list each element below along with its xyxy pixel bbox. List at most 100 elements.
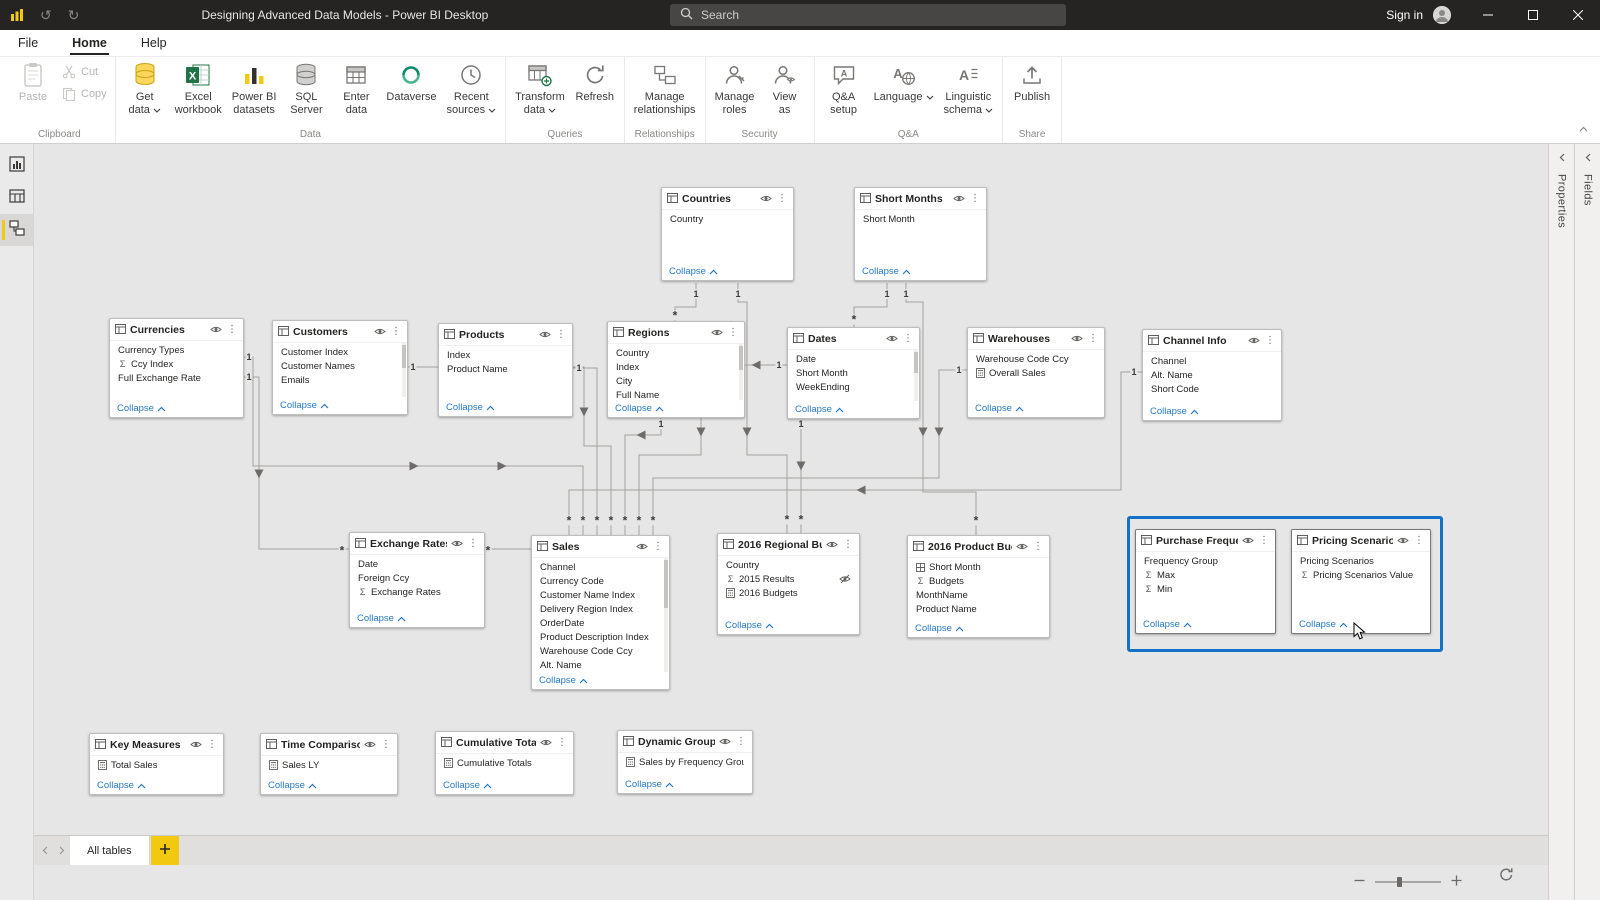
more-options-icon[interactable]: ⋮: [390, 326, 402, 337]
field-row[interactable]: Short Month: [788, 366, 919, 380]
table-card-header[interactable]: Warehouses ⋮: [968, 328, 1104, 350]
ribbon-collapse-button[interactable]: [1579, 119, 1588, 137]
eye-icon[interactable]: [540, 738, 552, 747]
field-row[interactable]: Sales LY: [261, 758, 397, 772]
table-card-currencies[interactable]: Currencies ⋮ Currency Types Σ Ccy Index Full …: [109, 318, 244, 418]
tab-home[interactable]: Home: [70, 32, 109, 56]
excel-workbook-button[interactable]: X Excel workbook: [170, 57, 227, 118]
zoom-slider-handle[interactable]: [1397, 877, 1402, 887]
field-row[interactable]: Warehouse Code Ccy: [532, 644, 669, 658]
fields-pane-collapsed[interactable]: Fields: [1574, 144, 1600, 900]
table-card-pricing-scenarios[interactable]: Pricing Scenarios ⋮ Pricing Scenarios Σ Pric…: [1291, 529, 1431, 634]
field-row[interactable]: Customer Name Index: [532, 588, 669, 602]
field-row[interactable]: Currency Types: [110, 343, 243, 357]
field-row[interactable]: Warehouse Code Ccy: [968, 352, 1104, 366]
model-view-button[interactable]: [0, 214, 33, 246]
chevron-left-icon[interactable]: [1585, 153, 1591, 162]
tabs-scroll-right-button[interactable]: [53, 836, 70, 865]
more-options-icon[interactable]: ⋮: [902, 333, 914, 344]
more-options-icon[interactable]: ⋮: [1258, 535, 1270, 546]
properties-pane-collapsed[interactable]: Properties: [1548, 144, 1574, 900]
table-card-sales[interactable]: Sales ⋮ Channel Currency Code Customer Name …: [531, 535, 670, 690]
collapse-link[interactable]: Collapse: [615, 403, 667, 414]
collapse-link[interactable]: Collapse: [446, 402, 498, 413]
field-row[interactable]: Sales by Frequency Group: [618, 755, 752, 769]
minimize-button[interactable]: [1465, 0, 1510, 30]
field-row[interactable]: Index: [439, 348, 572, 362]
field-row[interactable]: Cumulative Totals: [436, 756, 573, 770]
table-card-header[interactable]: Regions ⋮: [608, 322, 744, 344]
table-card-header[interactable]: Cumulative Totals ⋮: [436, 732, 573, 754]
undo-button[interactable]: ↺: [40, 8, 52, 22]
eye-icon[interactable]: [190, 740, 202, 749]
table-card-header[interactable]: Key Measures ⋮: [90, 734, 223, 756]
table-card-exchange-rates[interactable]: Exchange Rates ⋮ Date Foreign Ccy Σ Exchange …: [349, 532, 485, 628]
table-card-header[interactable]: 2016 Regional Budget ⋮: [718, 534, 859, 556]
field-row[interactable]: Σ Max: [1136, 568, 1275, 582]
more-options-icon[interactable]: ⋮: [555, 329, 567, 340]
field-row[interactable]: Σ Min: [1136, 582, 1275, 596]
field-row[interactable]: Country: [662, 212, 793, 226]
field-row[interactable]: Country: [608, 346, 744, 360]
field-row[interactable]: Country: [718, 558, 859, 572]
table-card-header[interactable]: Short Months ⋮: [855, 188, 986, 210]
field-row[interactable]: Pricing Scenarios: [1292, 554, 1430, 568]
language-button[interactable]: A Language: [869, 57, 939, 105]
eye-icon[interactable]: [886, 334, 898, 343]
field-row[interactable]: Alt. Name: [1143, 368, 1281, 382]
manage-relationships-button[interactable]: Manage relationships: [629, 57, 701, 118]
field-row[interactable]: Short Month: [908, 560, 1049, 574]
table-card-time-comparison[interactable]: Time Comparison ⋮ Sales LY Collapse: [260, 733, 398, 795]
view-as-button[interactable]: View as: [760, 57, 810, 118]
eye-icon[interactable]: [210, 325, 222, 334]
more-options-icon[interactable]: ⋮: [842, 539, 854, 550]
search-input[interactable]: Search: [670, 4, 1066, 26]
table-card-header[interactable]: Channel Info ⋮: [1143, 330, 1281, 352]
table-card-countries[interactable]: Countries ⋮ Country Collapse: [661, 187, 794, 281]
collapse-link[interactable]: Collapse: [117, 403, 169, 414]
table-card-purchase-frequency[interactable]: Purchase Frequency ⋮ Frequency Group Σ Max ΣM…: [1135, 529, 1276, 634]
add-layout-button[interactable]: [150, 836, 179, 865]
table-card-header[interactable]: Customers ⋮: [273, 321, 407, 343]
table-card-warehouses[interactable]: Warehouses ⋮ Warehouse Code Ccy Overall Sal…: [967, 327, 1105, 418]
field-row[interactable]: Σ Exchange Rates: [350, 585, 484, 599]
field-row[interactable]: Index: [608, 360, 744, 374]
dataverse-button[interactable]: Dataverse: [381, 57, 441, 105]
field-row[interactable]: WeekEnding: [788, 380, 919, 394]
chevron-left-icon[interactable]: [1559, 153, 1565, 162]
maximize-button[interactable]: [1510, 0, 1555, 30]
zoom-out-button[interactable]: [1354, 873, 1365, 891]
collapse-link[interactable]: Collapse: [725, 620, 777, 631]
eye-icon[interactable]: [953, 194, 965, 203]
field-row[interactable]: Full Name: [608, 388, 744, 401]
table-card-2016-regional-budget[interactable]: 2016 Regional Budget ⋮ Country Σ 2015 Result…: [717, 533, 860, 635]
recent-sources-button[interactable]: Recent sources: [442, 57, 502, 118]
field-row[interactable]: Foreign Ccy: [350, 571, 484, 585]
field-row[interactable]: Σ Pricing Scenarios Value: [1292, 568, 1430, 582]
more-options-icon[interactable]: ⋮: [556, 737, 568, 748]
tabs-scroll-left-button[interactable]: [36, 836, 53, 865]
field-row[interactable]: Overall Sales: [968, 366, 1104, 380]
more-options-icon[interactable]: ⋮: [727, 327, 739, 338]
table-card-header[interactable]: Exchange Rates ⋮: [350, 533, 484, 555]
field-row[interactable]: Currency Code: [532, 574, 669, 588]
field-row[interactable]: MonthName: [908, 588, 1049, 602]
field-row[interactable]: Full Exchange Rate: [110, 371, 243, 385]
collapse-link[interactable]: Collapse: [915, 623, 967, 634]
card-scrollbar[interactable]: [402, 343, 406, 397]
table-card-header[interactable]: Countries ⋮: [662, 188, 793, 210]
power-bi-datasets-button[interactable]: Power BI datasets: [227, 57, 282, 118]
report-view-button[interactable]: [0, 150, 33, 182]
eye-icon[interactable]: [760, 194, 772, 203]
table-card-2016-product-budgets[interactable]: 2016 Product Budgets ⋮ Short Month Σ Budgets…: [907, 535, 1050, 638]
field-row[interactable]: 2016 Budgets: [718, 586, 859, 600]
table-card-header[interactable]: Products ⋮: [439, 324, 572, 346]
copy-button[interactable]: Copy: [62, 87, 107, 101]
collapse-link[interactable]: Collapse: [795, 404, 847, 415]
card-scrollbar[interactable]: [914, 350, 918, 401]
field-row[interactable]: Short Month: [855, 212, 986, 226]
table-card-regions[interactable]: Regions ⋮ Country Index City Full Name Collaps…: [607, 321, 745, 418]
relationship-line[interactable]: [737, 283, 788, 533]
field-row[interactable]: Short Code: [1143, 382, 1281, 396]
field-row[interactable]: City: [608, 374, 744, 388]
